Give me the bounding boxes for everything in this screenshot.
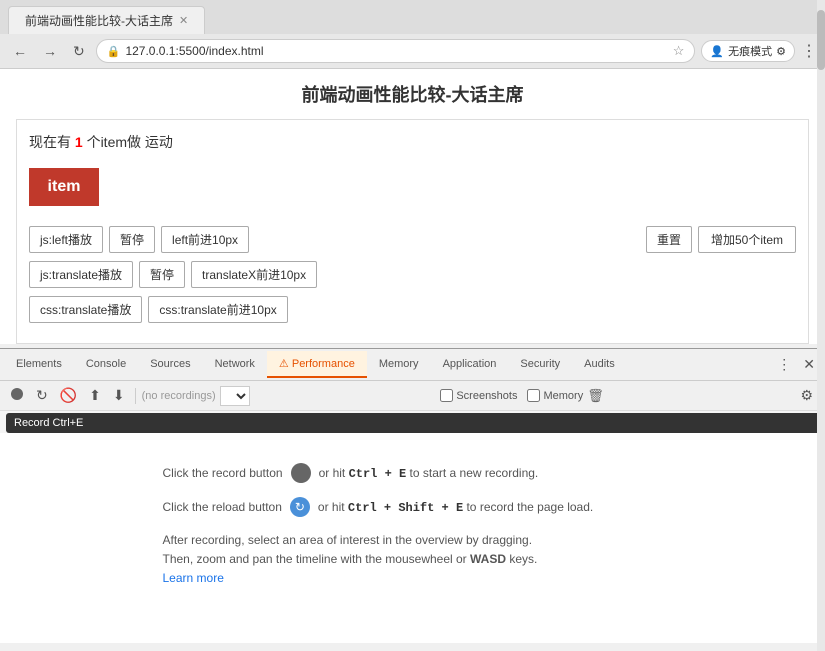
tab-label: 前端动画性能比较-大话主席 (25, 12, 173, 29)
forward-button[interactable]: → (38, 41, 62, 61)
upload-button[interactable]: ⬆ (85, 385, 105, 406)
tab-close-icon[interactable]: ✕ (179, 14, 188, 27)
tab-application[interactable]: Application (431, 352, 509, 378)
page-content: 前端动画性能比较-大话主席 现在有 1 个item做 运动 item js:le… (0, 69, 825, 344)
tab-sources[interactable]: Sources (138, 352, 202, 378)
reload-circle-icon: ↻ (290, 497, 310, 517)
url-input-box[interactable]: 🔒 127.0.0.1:5500/index.html ☆ (96, 39, 696, 63)
devtools-toolbar: ↻ 🚫 ⬆ ⬇ (no recordings) Screenshots Memo… (0, 381, 825, 411)
tab-bar: 前端动画性能比较-大话主席 ✕ (0, 0, 825, 34)
address-actions: 👤 无痕模式 ⚙ ⋮ (701, 40, 817, 62)
scrollbar[interactable] (817, 0, 825, 651)
screenshots-checkbox-label[interactable]: Screenshots (440, 389, 517, 402)
page-title: 前端动画性能比较-大话主席 (0, 69, 825, 115)
reload-instruction: Click the reload button ↻ or hit Ctrl + … (163, 497, 663, 517)
tab-elements[interactable]: Elements (4, 352, 74, 378)
back-button[interactable]: ← (8, 41, 32, 61)
add50-button[interactable]: 增加50个item (698, 226, 796, 253)
devtools-panel: Elements Console Sources Network ⚠ Perfo… (0, 348, 825, 643)
status-line: 现在有 1 个item做 运动 (29, 132, 796, 152)
browser-chrome: 前端动画性能比较-大话主席 ✕ ← → ↻ 🔒 127.0.0.1:5500/i… (0, 0, 825, 69)
more-menu-button[interactable]: ⋮ (801, 41, 817, 61)
tab-audits[interactable]: Audits (572, 352, 627, 378)
scrollbar-thumb[interactable] (817, 10, 825, 70)
refresh-button[interactable]: ↻ (68, 41, 90, 62)
settings-icon: ⚙ (776, 45, 786, 58)
wasd-keys: WASD (470, 552, 506, 566)
toolbar-separator (135, 388, 136, 404)
learn-more-link[interactable]: Learn more (163, 571, 224, 585)
pause2-button[interactable]: 暂停 (139, 261, 185, 288)
devtools-more-button[interactable]: ⋮ (771, 352, 797, 377)
incognito-icon: 👤 (710, 45, 724, 58)
incognito-mode-button[interactable]: 👤 无痕模式 ⚙ (701, 40, 795, 62)
record-button[interactable] (6, 385, 28, 406)
star-icon[interactable]: ☆ (673, 43, 685, 59)
translatex10px-button[interactable]: translateX前进10px (191, 261, 317, 288)
instructions-panel: Click the record button or hit Ctrl + E … (163, 463, 663, 587)
memory-checkbox[interactable] (527, 389, 540, 402)
address-bar: ← → ↻ 🔒 127.0.0.1:5500/index.html ☆ 👤 无痕… (0, 34, 825, 68)
recordings-dropdown[interactable] (220, 386, 250, 406)
browser-tab[interactable]: 前端动画性能比较-大话主席 ✕ (8, 6, 205, 34)
inst-record-prefix: Click the record button (163, 466, 283, 480)
screenshots-checkbox[interactable] (440, 389, 453, 402)
js-translate-play-button[interactable]: js:translate播放 (29, 261, 133, 288)
inst-reload-prefix: Click the reload button (163, 500, 282, 514)
after-recording-section: After recording, select an area of inter… (163, 531, 663, 587)
clear-button[interactable]: 🚫 (56, 385, 81, 406)
trash-button[interactable]: 🗑 (587, 388, 604, 404)
url-text: 127.0.0.1:5500/index.html (125, 44, 667, 58)
devtools-content: Click the record button or hit Ctrl + E … (0, 433, 825, 643)
lock-icon: 🔒 (107, 45, 121, 58)
tab-network[interactable]: Network (203, 352, 267, 378)
record-circle-icon (291, 463, 311, 483)
record-instruction: Click the record button or hit Ctrl + E … (163, 463, 663, 483)
tab-console[interactable]: Console (74, 352, 138, 378)
memory-checkbox-label[interactable]: Memory (527, 389, 583, 402)
item-box: item (29, 168, 99, 206)
after-recording-text: After recording, select an area of inter… (163, 531, 663, 569)
left10px-button[interactable]: left前进10px (161, 226, 249, 253)
tab-performance[interactable]: ⚠ Performance (267, 351, 367, 378)
inst-record-text: or hit Ctrl + E to start a new recording… (319, 464, 539, 483)
inst-reload-text: or hit Ctrl + Shift + E to record the pa… (318, 498, 593, 517)
main-area: 现在有 1 个item做 运动 item js:left播放 暂停 left前进… (16, 119, 809, 344)
buttons-row-2: js:translate播放 暂停 translateX前进10px (29, 261, 796, 288)
js-left-play-button[interactable]: js:left播放 (29, 226, 103, 253)
buttons-row-3: css:translate播放 css:translate前进10px (29, 296, 796, 323)
devtools-settings-button[interactable]: ⚙ (794, 383, 819, 408)
reset-button[interactable]: 重置 (646, 226, 692, 253)
buttons-row-1: js:left播放 暂停 left前进10px 重置 增加50个item (29, 226, 796, 253)
css-translate-play-button[interactable]: css:translate播放 (29, 296, 142, 323)
record-tooltip: Record Ctrl+E (6, 413, 825, 433)
no-recordings-label: (no recordings) (142, 390, 216, 402)
css-translate-forward-button[interactable]: css:translate前进10px (148, 296, 287, 323)
devtools-tabs: Elements Console Sources Network ⚠ Perfo… (0, 349, 825, 381)
download-button[interactable]: ⬇ (109, 385, 129, 406)
warning-icon: ⚠ (279, 358, 289, 370)
tab-memory[interactable]: Memory (367, 352, 431, 378)
tab-security[interactable]: Security (508, 352, 572, 378)
reload-record-button[interactable]: ↻ (32, 385, 52, 406)
pause1-button[interactable]: 暂停 (109, 226, 155, 253)
